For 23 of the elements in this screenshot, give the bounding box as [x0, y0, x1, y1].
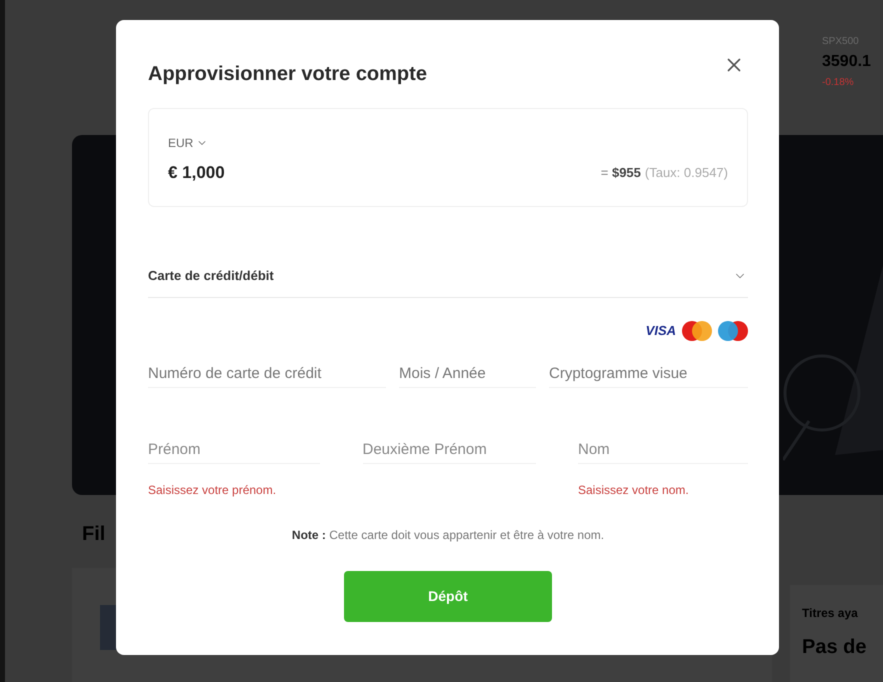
section-title: Fil — [82, 522, 106, 546]
dialog-title: Approvisionner votre compte — [148, 62, 427, 87]
currency-select[interactable]: EUR — [168, 135, 208, 151]
error-message: Saisissez votre prénom. — [148, 482, 278, 498]
ticker-price: 3590.1 — [822, 52, 871, 72]
input-field[interactable]: Prénom — [148, 436, 320, 464]
side-card-label: Titres aya — [802, 605, 858, 621]
ticker-change: -0.18% — [822, 77, 854, 89]
side-card-heading: Pas de — [802, 635, 866, 659]
input-field[interactable]: Mois / Année — [399, 360, 536, 388]
note-text: Note : Cette carte doit vous appartenir et être à votre nom. — [292, 527, 604, 543]
input-field[interactable]: Nom — [578, 436, 748, 464]
amount-field[interactable]: € 1,000 — [168, 162, 368, 184]
exchange-rate: (Taux: 0.9547) — [644, 164, 728, 182]
converted-amount: = $955 — [600, 164, 641, 182]
visa-logo: VISA — [646, 323, 676, 339]
error-message: Saisissez votre nom. — [578, 482, 690, 498]
input-field[interactable]: Cryptogramme visue — [549, 360, 748, 388]
mastercard-logo-icon — [682, 321, 712, 341]
maestro-logo-icon — [718, 321, 748, 341]
input-field[interactable]: Numéro de carte de crédit — [148, 360, 386, 388]
payment-method-select[interactable]: Carte de crédit/débit — [148, 266, 748, 298]
input-field[interactable]: Deuxième Prénom — [362, 436, 536, 464]
